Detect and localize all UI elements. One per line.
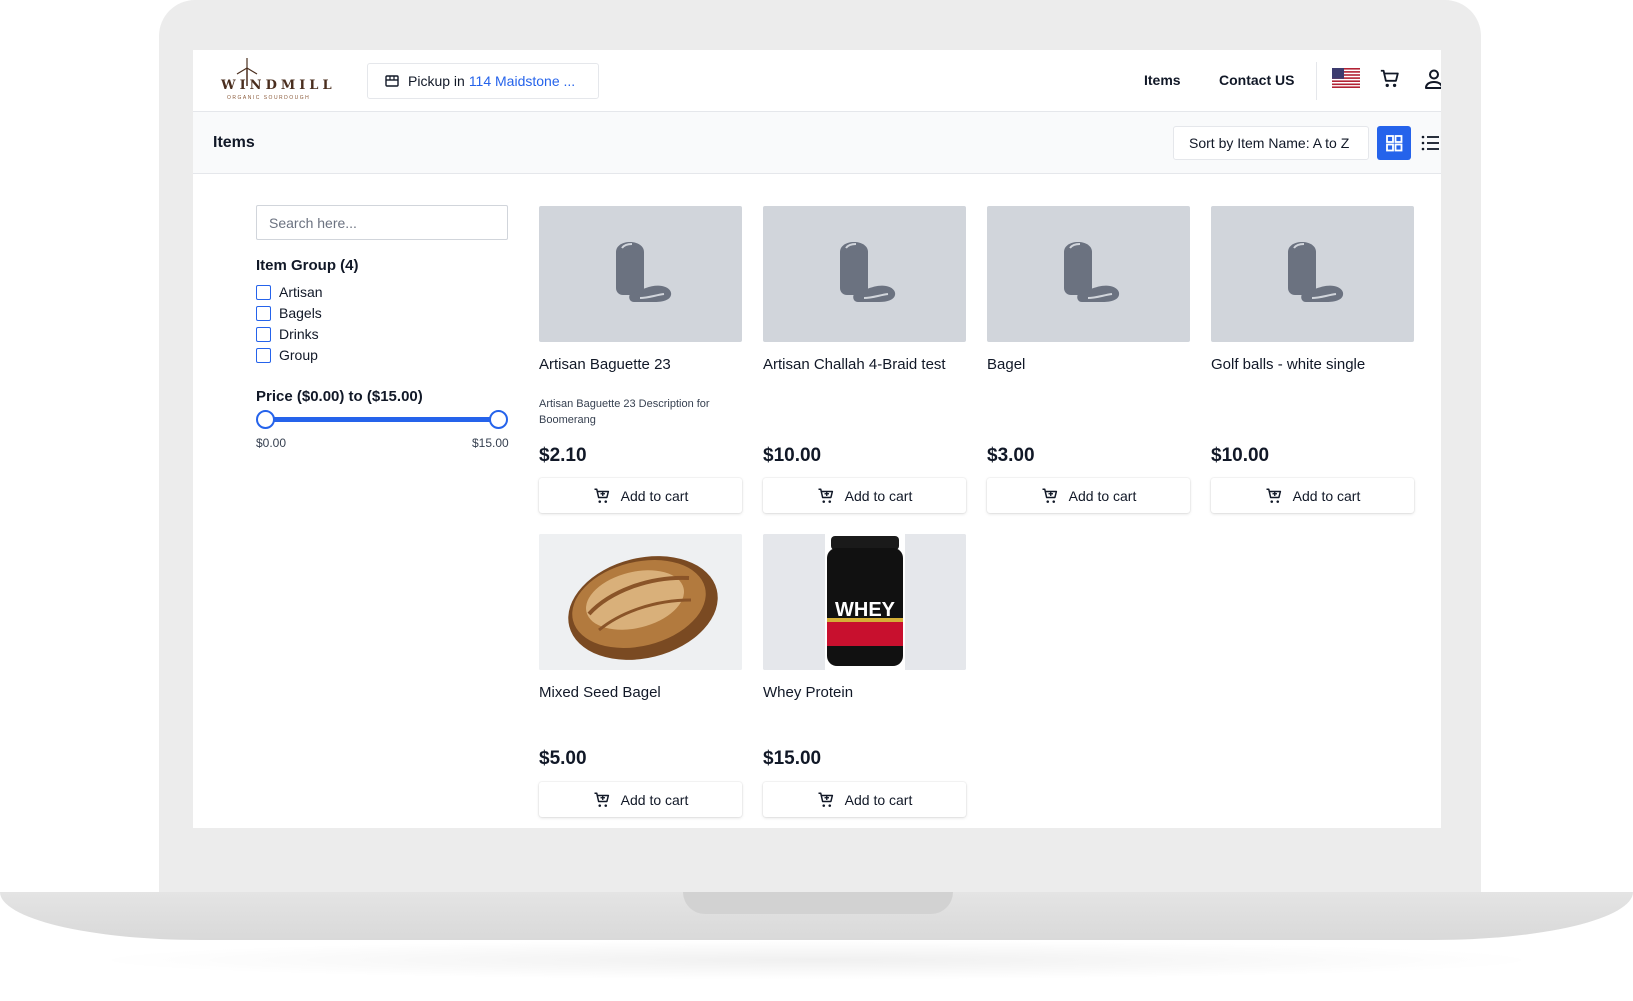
checkbox[interactable]	[256, 305, 271, 321]
page-title: Items	[213, 134, 255, 151]
price-filter-title: Price ($0.00) to ($15.00)	[256, 388, 423, 405]
laptop-shadow	[80, 940, 1553, 980]
add-to-cart-label: Add to cart	[620, 791, 689, 808]
product-image[interactable]: WHEY	[763, 534, 966, 670]
product-image[interactable]	[763, 206, 966, 342]
product-price: $2.10	[539, 445, 587, 466]
bread-slice-icon	[1288, 242, 1344, 302]
top-bar: WINDMILL ORGANIC SOURDOUGH Pickup in 114…	[193, 50, 1441, 112]
user-account-icon[interactable]	[1424, 68, 1441, 90]
product-image[interactable]	[539, 534, 742, 670]
add-cart-icon	[818, 792, 833, 807]
add-to-cart-label: Add to cart	[1292, 487, 1361, 504]
checkbox[interactable]	[256, 347, 271, 363]
product-price: $15.00	[763, 748, 822, 769]
add-to-cart-button[interactable]: Add to cart	[539, 782, 742, 817]
product-price: $10.00	[763, 445, 822, 466]
pickup-prefix: Pickup in	[408, 73, 465, 89]
price-slider-track[interactable]	[265, 417, 499, 422]
store-icon	[385, 75, 399, 87]
add-cart-icon	[1266, 488, 1281, 503]
nav-divider	[1316, 62, 1317, 100]
sort-dropdown[interactable]: Sort by Item Name: A to Z	[1173, 126, 1369, 160]
us-flag-icon[interactable]	[1332, 68, 1360, 88]
bread-slice-icon	[616, 242, 672, 302]
product-name[interactable]: Whey Protein	[763, 681, 966, 704]
list-view-button[interactable]	[1421, 126, 1441, 160]
group-filter-bagels[interactable]: Bagels	[256, 305, 322, 321]
laptop-notch	[683, 892, 953, 914]
pickup-location-name: 114 Maidstone ...	[468, 73, 576, 89]
bread-slice-icon	[1064, 242, 1120, 302]
group-filter-group[interactable]: Group	[256, 347, 318, 363]
group-filter-label: Artisan	[279, 284, 323, 300]
add-to-cart-button[interactable]: Add to cart	[763, 782, 966, 817]
add-to-cart-button[interactable]: Add to cart	[987, 478, 1190, 513]
checkbox[interactable]	[256, 284, 271, 300]
product-image[interactable]	[1211, 206, 1414, 342]
nav-items-link[interactable]: Items	[1144, 72, 1181, 88]
product-description: Artisan Baguette 23 Description for Boom…	[539, 398, 710, 426]
cart-icon[interactable]	[1379, 68, 1401, 90]
product-image[interactable]	[987, 206, 1190, 342]
product-price: $10.00	[1211, 445, 1270, 466]
price-max-label: $15.00	[472, 436, 509, 450]
grid-icon	[1386, 135, 1403, 152]
bread-slice-icon	[840, 242, 896, 302]
group-filter-label: Drinks	[279, 326, 319, 342]
group-filter-label: Group	[279, 347, 318, 363]
checkbox[interactable]	[256, 326, 271, 342]
sourdough-loaf-photo	[539, 534, 742, 670]
add-cart-icon	[594, 488, 609, 503]
windmill-logo[interactable]: WINDMILL ORGANIC SOURDOUGH	[221, 58, 332, 102]
add-to-cart-label: Add to cart	[620, 487, 689, 504]
price-slider-min-handle[interactable]	[256, 410, 275, 429]
screen: WINDMILL ORGANIC SOURDOUGH Pickup in 114…	[193, 50, 1441, 828]
item-group-title: Item Group (4)	[256, 257, 359, 274]
product-price: $5.00	[539, 748, 587, 769]
product-name[interactable]: Mixed Seed Bagel	[539, 681, 742, 704]
nav-contact-link[interactable]: Contact US	[1219, 72, 1294, 88]
svg-text:WHEY: WHEY	[835, 599, 896, 621]
add-cart-icon	[594, 792, 609, 807]
add-to-cart-label: Add to cart	[1068, 487, 1137, 504]
add-to-cart-button[interactable]: Add to cart	[1211, 478, 1414, 513]
product-name[interactable]: Artisan Baguette 23	[539, 353, 742, 376]
product-name[interactable]: Golf balls - white single	[1211, 353, 1414, 376]
group-filter-drinks[interactable]: Drinks	[256, 326, 319, 342]
add-to-cart-label: Add to cart	[844, 791, 913, 808]
logo-wordmark: WINDMILL	[221, 78, 336, 93]
add-cart-icon	[1042, 488, 1057, 503]
product-image[interactable]	[539, 206, 742, 342]
price-slider-max-handle[interactable]	[489, 410, 508, 429]
price-min-label: $0.00	[256, 436, 287, 450]
grid-view-button[interactable]	[1377, 126, 1411, 160]
product-price: $3.00	[987, 445, 1035, 466]
add-cart-icon	[818, 488, 833, 503]
add-to-cart-button[interactable]: Add to cart	[763, 478, 966, 513]
items-toolbar: Items Sort by Item Name: A to Z	[193, 112, 1441, 174]
logo-tagline: ORGANIC SOURDOUGH	[227, 95, 311, 101]
add-to-cart-button[interactable]: Add to cart	[539, 478, 742, 513]
group-filter-artisan[interactable]: Artisan	[256, 284, 323, 300]
product-name[interactable]: Artisan Challah 4-Braid test	[763, 353, 966, 376]
pickup-location-button[interactable]: Pickup in 114 Maidstone ...	[367, 63, 599, 99]
product-name[interactable]: Bagel	[987, 353, 1190, 376]
whey-tub-photo: WHEY	[763, 534, 966, 670]
search-input[interactable]	[256, 205, 508, 240]
list-icon	[1421, 135, 1439, 151]
add-to-cart-label: Add to cart	[844, 487, 913, 504]
group-filter-label: Bagels	[279, 305, 322, 321]
